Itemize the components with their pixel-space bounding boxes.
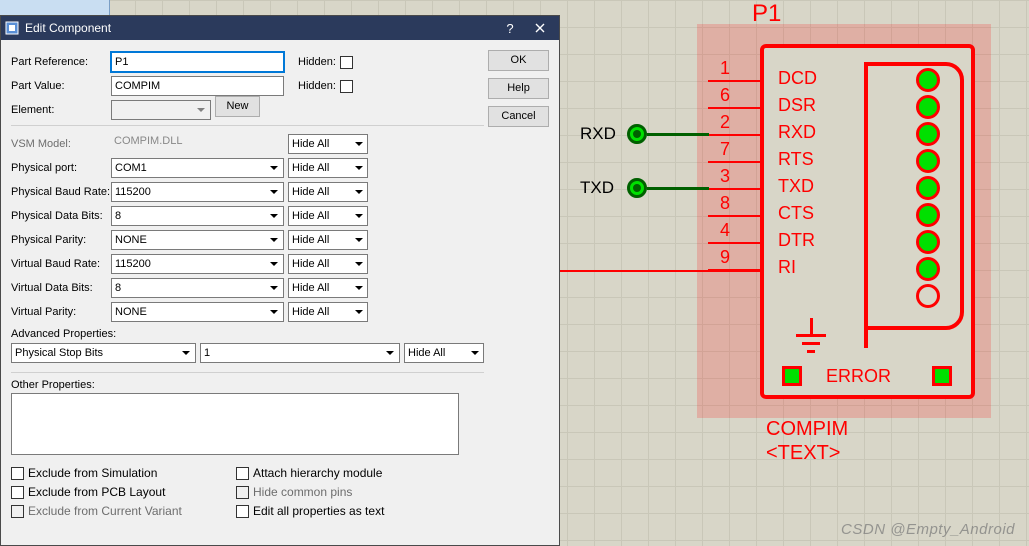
help-dialog-button[interactable]: Help xyxy=(488,78,549,99)
hidden-label-1: Hidden: xyxy=(298,56,336,68)
pin-pad xyxy=(916,122,940,146)
vsm-visibility-select[interactable]: Hide All xyxy=(288,134,368,154)
exclude-simulation-checkbox[interactable] xyxy=(11,467,24,480)
edit-all-text-label: Edit all properties as text xyxy=(253,504,384,518)
physical-bits-select[interactable]: 8 xyxy=(111,206,284,226)
part-value-label: Part Value: xyxy=(11,80,111,92)
part-value-input[interactable] xyxy=(111,76,284,96)
component-value-text: COMPIM xyxy=(766,418,848,441)
virtual-bits-visibility[interactable]: Hide All xyxy=(288,278,368,298)
ok-button[interactable]: OK xyxy=(488,50,549,71)
adv-prop-name-select[interactable]: Physical Stop Bits xyxy=(11,343,196,363)
exclude-pcb-checkbox[interactable] xyxy=(11,486,24,499)
hidden-label-2: Hidden: xyxy=(298,80,336,92)
close-button[interactable] xyxy=(525,17,555,39)
physical-baud-label: Physical Baud Rate: xyxy=(11,186,111,198)
square-pad-left xyxy=(782,366,802,386)
virtual-baud-label: Virtual Baud Rate: xyxy=(11,258,111,270)
cancel-button[interactable]: Cancel xyxy=(488,106,549,127)
virtual-bits-label: Virtual Data Bits: xyxy=(11,282,111,294)
physical-baud-select[interactable]: 115200 xyxy=(111,182,284,202)
physical-port-label: Physical port: xyxy=(11,162,111,174)
edit-component-dialog: Edit Component ? Part Reference: Hidden:… xyxy=(0,15,560,546)
net-wire-rxd xyxy=(647,133,709,136)
new-button[interactable]: New xyxy=(215,96,260,117)
other-properties-label: Other Properties: xyxy=(11,379,484,391)
vsm-model-label: VSM Model: xyxy=(11,138,111,150)
physical-bits-label: Physical Data Bits: xyxy=(11,210,111,222)
element-label: Element: xyxy=(11,104,111,116)
square-pad-right xyxy=(932,366,952,386)
net-label-rxd: RXD xyxy=(580,124,616,144)
pin-pad-open xyxy=(916,284,940,308)
component-placeholder-text: <TEXT> xyxy=(766,442,840,465)
part-reference-label: Part Reference: xyxy=(11,56,111,68)
watermark: CSDN @Empty_Android xyxy=(841,521,1015,538)
error-text: ERROR xyxy=(826,366,891,387)
advanced-properties-label: Advanced Properties: xyxy=(11,328,484,340)
net-terminal-rxd xyxy=(627,124,647,144)
virtual-bits-select[interactable]: 8 xyxy=(111,278,284,298)
pin-pad xyxy=(916,176,940,200)
adv-prop-value-select[interactable]: 1 xyxy=(200,343,400,363)
exclude-pcb-label: Exclude from PCB Layout xyxy=(28,485,165,499)
dialog-titlebar[interactable]: Edit Component ? xyxy=(1,16,559,40)
exclude-variant-checkbox xyxy=(11,505,24,518)
net-label-txd: TXD xyxy=(580,178,614,198)
edit-all-text-checkbox[interactable] xyxy=(236,505,249,518)
pin-pad xyxy=(916,230,940,254)
element-select xyxy=(111,100,211,120)
physical-parity-select[interactable]: NONE xyxy=(111,230,284,250)
app-icon xyxy=(5,21,19,35)
net-terminal-txd xyxy=(627,178,647,198)
pin-pad xyxy=(916,203,940,227)
dialog-title: Edit Component xyxy=(25,21,495,35)
attach-hierarchy-label: Attach hierarchy module xyxy=(253,466,382,480)
part-reference-input[interactable] xyxy=(111,52,284,72)
physical-port-visibility[interactable]: Hide All xyxy=(288,158,368,178)
help-button[interactable]: ? xyxy=(495,17,525,39)
hide-pins-checkbox xyxy=(236,486,249,499)
virtual-parity-select[interactable]: NONE xyxy=(111,302,284,322)
vsm-model-value: COMPIM.DLL xyxy=(111,135,284,153)
hidden-checkbox-1[interactable] xyxy=(340,56,353,69)
physical-parity-visibility[interactable]: Hide All xyxy=(288,230,368,250)
other-properties-textarea[interactable] xyxy=(11,393,459,455)
physical-baud-visibility[interactable]: Hide All xyxy=(288,182,368,202)
pin-pad xyxy=(916,257,940,281)
pin-pad xyxy=(916,149,940,173)
exclude-variant-label: Exclude from Current Variant xyxy=(28,504,182,518)
virtual-parity-visibility[interactable]: Hide All xyxy=(288,302,368,322)
net-wire-txd xyxy=(647,187,709,190)
physical-parity-label: Physical Parity: xyxy=(11,234,111,246)
adv-prop-visibility[interactable]: Hide All xyxy=(404,343,484,363)
attach-hierarchy-checkbox[interactable] xyxy=(236,467,249,480)
virtual-baud-select[interactable]: 115200 xyxy=(111,254,284,274)
pin-pad xyxy=(916,95,940,119)
hide-pins-label: Hide common pins xyxy=(253,485,352,499)
physical-bits-visibility[interactable]: Hide All xyxy=(288,206,368,226)
virtual-baud-visibility[interactable]: Hide All xyxy=(288,254,368,274)
hidden-checkbox-2[interactable] xyxy=(340,80,353,93)
exclude-simulation-label: Exclude from Simulation xyxy=(28,466,157,480)
pin-pad xyxy=(916,68,940,92)
physical-port-select[interactable]: COM1 xyxy=(111,158,284,178)
virtual-parity-label: Virtual Parity: xyxy=(11,306,111,318)
